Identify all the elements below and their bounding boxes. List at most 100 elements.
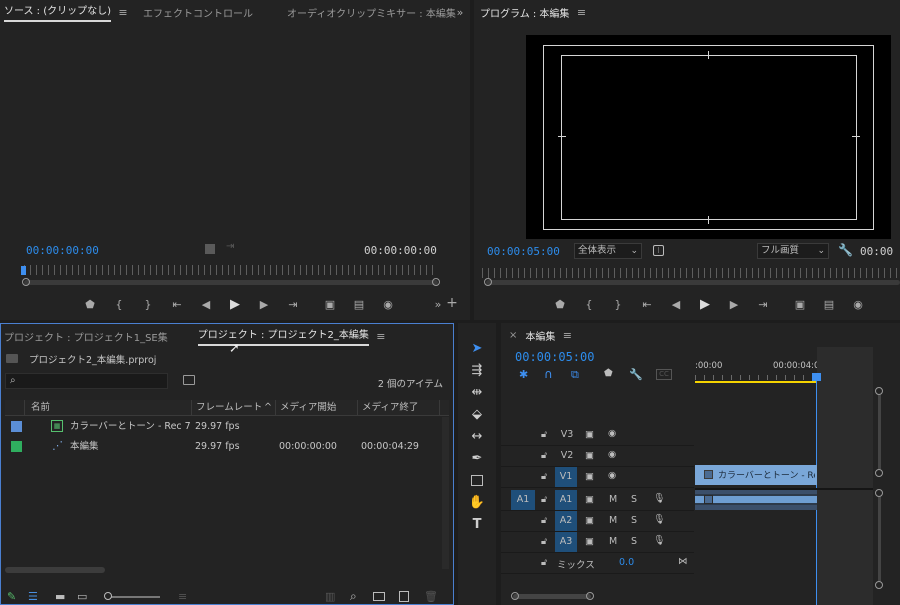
audio-clip[interactable] xyxy=(695,490,817,510)
slip-tool-icon[interactable]: ↔ xyxy=(466,426,488,446)
overwrite-clip-icon[interactable]: ▤ xyxy=(351,296,367,312)
lock-icon[interactable]: 🔓︎ xyxy=(541,557,547,568)
button-editor-icon[interactable]: + xyxy=(444,295,460,311)
mark-out-icon[interactable]: } xyxy=(140,296,156,312)
microphone-icon[interactable]: 🎙︎ xyxy=(653,514,665,525)
tab-project-se[interactable]: プロジェクト : プロジェクト1_SE集 xyxy=(4,329,168,344)
list-item[interactable]: ▦ カラーバーとトーン - Rec 70 29.97 fps xyxy=(5,417,442,437)
razor-tool-icon[interactable]: ⬙ xyxy=(466,404,488,424)
panel-menu-icon[interactable]: ≡ xyxy=(373,328,389,344)
new-item-icon[interactable] xyxy=(399,591,409,602)
vscroll-handle-icon[interactable] xyxy=(875,387,883,395)
nest-icon[interactable]: ✱ xyxy=(519,368,528,381)
step-back-icon[interactable]: ◀ xyxy=(198,296,214,312)
lift-icon[interactable]: ▣ xyxy=(792,296,808,312)
safe-margins-icon[interactable]: ⁝ xyxy=(653,245,664,256)
settings-wrench-icon[interactable]: 🔧 xyxy=(629,368,643,381)
freeform-view-icon[interactable]: ▭ xyxy=(77,590,87,603)
linked-selection-icon[interactable]: ⧉ xyxy=(571,368,579,382)
track-header-a3[interactable]: 🔓︎ A3 ▣ M S 🎙︎ xyxy=(501,532,694,553)
track-label[interactable]: V2 xyxy=(557,450,577,461)
lock-icon[interactable]: 🔓︎ xyxy=(541,494,547,505)
sync-lock-icon[interactable]: ▣ xyxy=(585,471,594,482)
timeline-title[interactable]: 本編集 xyxy=(525,328,555,343)
track-label[interactable]: V3 xyxy=(557,429,577,440)
microphone-icon[interactable]: 🎙︎ xyxy=(653,493,665,504)
track-label-active[interactable]: A3 xyxy=(555,532,577,552)
zoom-slider-handle-icon[interactable] xyxy=(104,592,112,600)
panel-menu-icon[interactable]: ≡ xyxy=(559,327,575,343)
tab-effect-controls[interactable]: エフェクトコントロール xyxy=(143,5,253,20)
track-header-a2[interactable]: 🔓︎ A2 ▣ M S 🎙︎ xyxy=(501,511,694,532)
ripple-edit-tool-icon[interactable]: ⇹ xyxy=(466,382,488,402)
lock-icon[interactable]: 🔓︎ xyxy=(541,429,547,440)
add-marker-icon[interactable]: ⬟ xyxy=(82,296,98,312)
mark-in-icon[interactable]: { xyxy=(581,296,597,312)
project-hscroll[interactable] xyxy=(5,567,105,573)
vscroll-handle-icon[interactable] xyxy=(875,489,883,497)
track-header-v2[interactable]: 🔓︎ V2 ▣ ◉ xyxy=(501,446,694,467)
solo-button[interactable]: S xyxy=(631,536,637,547)
source-ruler[interactable] xyxy=(24,265,438,275)
hand-tool-icon[interactable]: ✋ xyxy=(466,492,488,512)
track-label-active[interactable]: V1 xyxy=(555,467,577,487)
microphone-icon[interactable]: 🎙︎ xyxy=(653,535,665,546)
close-icon[interactable]: × xyxy=(509,330,517,341)
panel-menu-icon[interactable]: ≡ xyxy=(115,4,131,20)
sort-icons-icon[interactable]: ≡ xyxy=(178,590,187,603)
eye-icon[interactable]: ◉ xyxy=(608,449,616,460)
program-timecode[interactable]: 00:00:05:00 xyxy=(487,245,560,258)
mix-end-icon[interactable]: ⋈ xyxy=(678,556,688,567)
lock-icon[interactable]: 🔓︎ xyxy=(541,536,547,547)
pen-tool-icon[interactable]: ✒ xyxy=(466,448,488,468)
sync-lock-icon[interactable]: ▣ xyxy=(585,429,594,440)
eye-icon[interactable]: ◉ xyxy=(608,470,616,481)
track-header-v3[interactable]: 🔓︎ V3 ▣ ◉ xyxy=(501,425,694,446)
mute-button[interactable]: M xyxy=(609,536,617,547)
solo-button[interactable]: S xyxy=(631,494,637,505)
quality-select[interactable]: フル画質 ⌄ xyxy=(757,243,829,259)
tab-project-main[interactable]: プロジェクト : プロジェクト2_本編集 xyxy=(197,326,369,346)
list-view-icon[interactable]: ☰ xyxy=(28,590,38,603)
source-scrollbar[interactable] xyxy=(24,280,438,285)
mute-button[interactable]: M xyxy=(609,515,617,526)
vscroll-handle-icon[interactable] xyxy=(875,581,883,589)
sync-lock-icon[interactable]: ▣ xyxy=(585,450,594,461)
project-vscroll[interactable] xyxy=(442,417,449,569)
step-forward-icon[interactable]: ▶ xyxy=(256,296,272,312)
source-playhead[interactable] xyxy=(21,266,26,275)
expand-panels-icon[interactable]: » xyxy=(452,4,468,20)
col-media-start[interactable]: メディア開始 xyxy=(276,400,358,416)
lock-icon[interactable]: 🔓︎ xyxy=(541,471,547,482)
col-name[interactable]: 名前 xyxy=(27,400,192,416)
drag-audio-icon[interactable]: ⇥ xyxy=(226,241,234,252)
lock-icon[interactable]: 🔓︎ xyxy=(541,515,547,526)
sync-lock-icon[interactable]: ▣ xyxy=(585,515,594,526)
track-label-active[interactable]: A1 xyxy=(555,490,577,510)
step-forward-icon[interactable]: ▶ xyxy=(726,296,742,312)
program-monitor[interactable] xyxy=(526,35,891,239)
vscroll-handle-icon[interactable] xyxy=(875,469,883,477)
mix-value[interactable]: 0.0 xyxy=(619,557,634,568)
lock-icon[interactable]: 🔓︎ xyxy=(541,450,547,461)
hscroll-handle-icon[interactable] xyxy=(586,592,594,600)
video-clip[interactable]: カラーバーとトーン - Re xyxy=(695,465,817,485)
track-label-active[interactable]: A2 xyxy=(555,511,577,531)
play-icon[interactable]: ▶ xyxy=(227,296,243,312)
source-timecode-in[interactable]: 00:00:00:00 xyxy=(26,244,99,257)
new-bin-icon[interactable] xyxy=(373,592,385,601)
tab-source[interactable]: ソース : (クリップなし) xyxy=(4,2,112,22)
go-to-in-icon[interactable]: ⇤ xyxy=(169,296,185,312)
video-vscroll[interactable] xyxy=(878,395,881,469)
go-to-out-icon[interactable]: ⇥ xyxy=(755,296,771,312)
hscroll-handle-icon[interactable] xyxy=(511,592,519,600)
zoom-slider[interactable] xyxy=(106,596,160,598)
work-area-bar[interactable] xyxy=(695,381,817,383)
rectangle-tool-icon[interactable] xyxy=(466,470,488,490)
track-select-tool-icon[interactable]: ⇶ xyxy=(466,360,488,380)
automate-to-sequence-icon[interactable]: ▥ xyxy=(325,590,335,603)
captions-icon[interactable]: CC xyxy=(656,369,672,380)
eye-icon[interactable]: ◉ xyxy=(608,428,616,439)
col-frame-rate[interactable]: フレームレート ^ xyxy=(192,400,276,416)
selection-tool-icon[interactable]: ➤ xyxy=(466,338,488,358)
